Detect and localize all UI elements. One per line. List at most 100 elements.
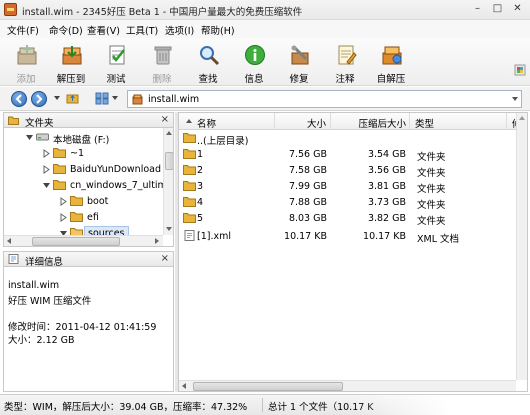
close-button[interactable]: ✕	[510, 2, 525, 16]
column-size-label: 大小	[306, 119, 326, 130]
file-row[interactable]: 1 7.56 GB 3.54 GB 文件夹	[179, 146, 515, 163]
back-button[interactable]	[11, 91, 27, 107]
file-packed-size: 3.54 GB	[367, 149, 406, 160]
expand-icon[interactable]	[59, 213, 68, 222]
view-mode-icon[interactable]	[95, 92, 109, 105]
menu-file[interactable]: 文件(F)	[7, 23, 39, 37]
folder-icon	[53, 148, 66, 158]
scroll-right-icon[interactable]	[155, 238, 159, 244]
column-type[interactable]: 类型	[410, 113, 507, 130]
repair-icon	[291, 45, 309, 65]
tree-hscroll-thumb[interactable]	[32, 237, 120, 246]
column-packed-size[interactable]: 压缩后大小	[331, 113, 410, 130]
delete-icon	[154, 46, 172, 65]
skin-icon[interactable]	[514, 64, 526, 76]
file-row-parent[interactable]: ..(上层目录)	[179, 130, 515, 147]
file-packed-size: 3.81 GB	[367, 181, 406, 192]
menu-command[interactable]: 命令(D)	[49, 23, 83, 37]
file-name: [1].xml	[197, 231, 231, 242]
tree-horizontal-scrollbar[interactable]	[4, 235, 163, 246]
self-extract-label: 自解压	[376, 74, 406, 85]
xml-file-icon	[184, 230, 195, 241]
info-button[interactable]: 信息	[235, 42, 273, 85]
file-size: 7.99 GB	[288, 181, 327, 192]
self-extract-button[interactable]: 自解压	[372, 42, 410, 85]
left-pane: 文件夹 × 本地磁盘 (F:) ~1 BaiduYunDownload cn_w…	[3, 112, 174, 392]
self-extract-icon	[382, 46, 402, 65]
file-size: 10.17 KB	[284, 231, 327, 242]
folder-icon	[183, 181, 196, 191]
delete-button[interactable]: 删除	[143, 42, 181, 85]
column-size[interactable]: 大小	[275, 113, 331, 130]
up-folder-icon[interactable]	[66, 92, 79, 105]
repair-button[interactable]: 修复	[280, 42, 318, 85]
tree-vertical-scrollbar[interactable]	[163, 128, 173, 235]
scroll-left-icon[interactable]	[7, 238, 11, 244]
file-name: 2	[197, 165, 204, 176]
file-list: 名称 大小 压缩后大小 类型 修改 ..(上层目录) 1 7.56 GB 3.5…	[178, 112, 528, 392]
forward-button[interactable]	[31, 91, 47, 107]
minimize-button[interactable]: –	[470, 2, 485, 16]
status-archive-info: 类型：WIM，解压后大小：39.04 GB，压缩率：47.32%	[4, 402, 248, 413]
tree-item-drive[interactable]: 本地磁盘 (F:)	[4, 130, 164, 146]
scroll-left-icon[interactable]	[182, 383, 186, 389]
tree-item-folder[interactable]: BaiduYunDownload	[4, 162, 164, 177]
file-name: ..(上层目录)	[197, 136, 249, 147]
menu-help[interactable]: 帮助(H)	[201, 23, 235, 37]
window-title: install.wim - 2345好压 Beta 1 - 中国用户量最大的免费…	[22, 7, 303, 18]
add-button[interactable]: 添加	[7, 42, 45, 85]
extract-to-button[interactable]: 解压到	[52, 42, 90, 85]
address-dropdown-icon[interactable]	[512, 97, 518, 101]
tree-item-folder[interactable]: boot	[4, 194, 164, 209]
test-button[interactable]: 测试	[97, 42, 135, 85]
file-packed-size: 10.17 KB	[363, 231, 406, 242]
tree-item-folder[interactable]: ~1	[4, 146, 164, 161]
file-size: 7.56 GB	[288, 149, 327, 160]
history-dropdown-icon[interactable]	[54, 96, 60, 100]
column-packed-label: 压缩后大小	[358, 119, 406, 130]
scroll-up-icon[interactable]	[519, 116, 525, 120]
details-type: 好压 WIM 压缩文件	[8, 296, 92, 307]
archive-file-icon	[132, 94, 143, 105]
menu-tools[interactable]: 工具(T)	[126, 23, 158, 37]
list-vertical-scrollbar[interactable]	[516, 113, 527, 380]
address-path: install.wim	[148, 94, 200, 105]
scroll-down-icon[interactable]	[166, 227, 172, 231]
tree-scroll-thumb[interactable]	[165, 152, 173, 170]
tree-item-folder[interactable]: cn_windows_7_ultima	[4, 178, 164, 193]
collapse-icon[interactable]	[42, 181, 51, 190]
folder-icon	[53, 180, 66, 190]
tree-item-folder[interactable]: efi	[4, 210, 164, 225]
find-button[interactable]: 查找	[189, 42, 227, 85]
comment-button[interactable]: 注释	[326, 42, 364, 85]
column-name[interactable]: 名称	[179, 113, 275, 130]
collapse-icon[interactable]	[25, 133, 34, 142]
expand-icon[interactable]	[42, 165, 51, 174]
file-row[interactable]: 3 7.99 GB 3.81 GB 文件夹	[179, 178, 515, 195]
file-row[interactable]: 4 7.88 GB 3.73 GB 文件夹	[179, 194, 515, 211]
menu-options[interactable]: 选项(I)	[165, 23, 194, 37]
file-row[interactable]: 2 7.58 GB 3.56 GB 文件夹	[179, 162, 515, 179]
folder-icon	[8, 116, 19, 125]
scroll-up-icon[interactable]	[166, 131, 172, 135]
folder-pane-close-icon[interactable]: ×	[161, 114, 169, 125]
drive-icon	[36, 133, 49, 141]
file-size: 7.58 GB	[288, 165, 327, 176]
file-row[interactable]: 5 8.03 GB 3.82 GB 文件夹	[179, 210, 515, 227]
title-bar: install.wim - 2345好压 Beta 1 - 中国用户量最大的免费…	[0, 0, 530, 20]
view-mode-dropdown-icon[interactable]	[112, 96, 118, 100]
folder-pane-header: 文件夹 ×	[3, 112, 174, 129]
folder-icon	[183, 197, 196, 207]
file-row[interactable]: [1].xml 10.17 KB 10.17 KB XML 文档	[179, 228, 515, 245]
folder-icon	[183, 165, 196, 175]
expand-icon[interactable]	[59, 197, 68, 206]
expand-icon[interactable]	[42, 149, 51, 158]
list-horizontal-scrollbar[interactable]	[179, 380, 516, 391]
menu-view[interactable]: 查看(V)	[87, 23, 120, 37]
list-hscroll-thumb[interactable]	[193, 382, 343, 391]
maximize-button[interactable]: □	[490, 2, 505, 16]
details-pane-title: 详细信息	[25, 257, 64, 268]
details-pane-close-icon[interactable]: ×	[161, 253, 169, 264]
status-separator	[262, 398, 263, 412]
address-field[interactable]: install.wim	[127, 90, 522, 108]
